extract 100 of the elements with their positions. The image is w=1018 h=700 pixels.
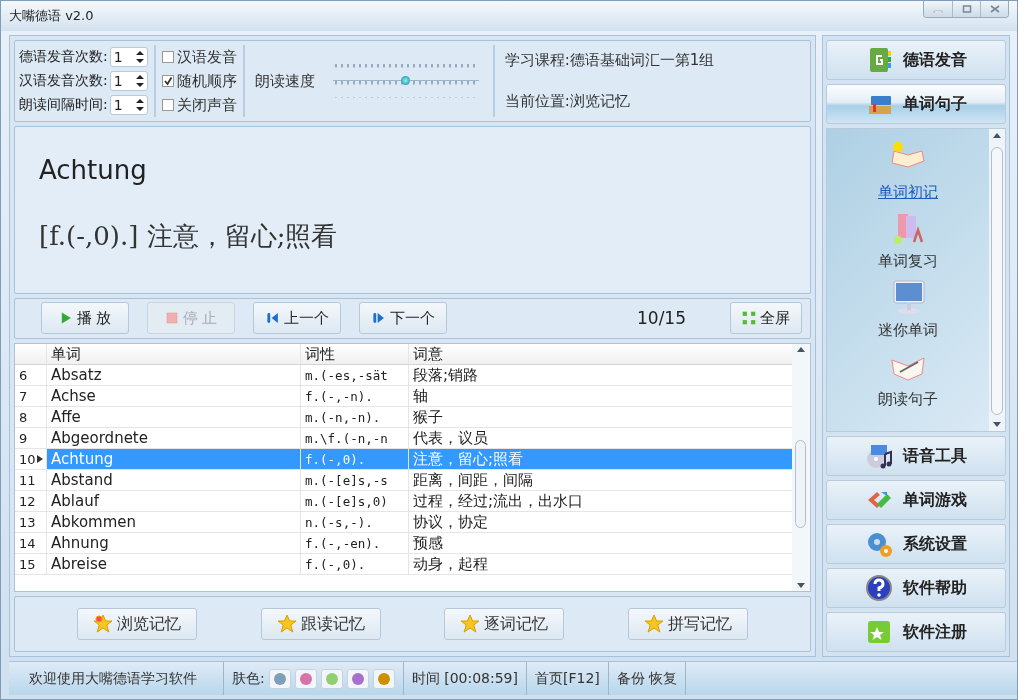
row-number: 6	[19, 367, 28, 383]
table-cell-text: 代表，议员	[412, 428, 489, 449]
table-cell-text: 猴子	[412, 407, 444, 428]
home-link[interactable]: 首页[F12]	[535, 669, 600, 688]
position-label: 当前位置:浏览记忆	[504, 92, 631, 111]
scroll-thumb[interactable]	[795, 440, 806, 529]
checkbox[interactable]	[161, 75, 174, 87]
scroll-up-icon	[797, 347, 805, 353]
table-row[interactable]: 6 Absatz m.(-es,-sät 段落;销路	[15, 365, 792, 387]
table-row[interactable]: 14 Ahnung f.(-,-en). 预感	[15, 533, 792, 555]
skin-swatch[interactable]	[268, 668, 291, 689]
next-icon	[371, 311, 386, 326]
table-cell: Abkommen	[47, 512, 301, 533]
column-header[interactable]: 词意	[409, 344, 792, 365]
nav-button[interactable]: 单词句子	[826, 84, 1006, 124]
nav-button[interactable]: 系统设置	[826, 524, 1006, 564]
star-tile-icon	[865, 618, 893, 646]
cd-music-icon	[865, 442, 893, 470]
nav-button[interactable]: 单词游戏	[826, 480, 1006, 520]
checkbox-label: 汉语发音	[176, 47, 237, 67]
previous-button[interactable]: 上一个	[253, 302, 341, 335]
table-cell-text: 段落;销路	[412, 365, 480, 386]
backup-link[interactable]: 备份	[616, 669, 645, 688]
table-cell-text: 预感	[412, 533, 444, 554]
table-cell-text: 协议，协定	[412, 512, 489, 533]
table-row[interactable]: 15 Abreise f.(-,0). 动身，起程	[15, 554, 792, 576]
checkbox[interactable]	[161, 99, 174, 111]
table-cell: m.(-[e]s,-s	[301, 470, 409, 491]
table-row[interactable]: 13 Abkommen n.(-s,-). 协议，协定	[15, 512, 792, 534]
row-number: 12	[19, 493, 36, 509]
number-spinner[interactable]: 1	[109, 71, 148, 91]
scroll-down-icon	[797, 583, 805, 589]
row-number: 9	[19, 430, 28, 446]
restore-link[interactable]: 恢复	[648, 669, 677, 688]
scroll-up-icon	[993, 133, 1001, 138]
fullscreen-icon	[742, 311, 756, 326]
nav-button[interactable]: 软件注册	[826, 612, 1006, 652]
skin-swatch[interactable]	[346, 668, 369, 689]
mode-button[interactable]: 拼写记忆	[628, 608, 749, 641]
mode-button[interactable]: 逐词记忆	[444, 608, 565, 641]
table-cell: m.(-n,-n).	[301, 407, 409, 428]
minimize-button[interactable]	[924, 1, 952, 17]
table-cell-text: 动身，起程	[412, 554, 489, 575]
table-cell: f.(-,-n).	[301, 386, 409, 407]
table-row[interactable]: 7 Achse f.(-,-n). 轴	[15, 386, 792, 408]
table-cell: f.(-,0).	[301, 449, 409, 470]
table-row[interactable]: 10 Achtung f.(-,0). 注意，留心;照看	[15, 449, 792, 471]
table-cell: m.(-[e]s,0)	[301, 491, 409, 512]
column-header[interactable]: 单词	[47, 344, 301, 365]
table-row[interactable]: 12 Ablauf m.(-[e]s,0) 过程，经过;流出，出水口	[15, 491, 792, 513]
number-spinner[interactable]: 1	[109, 47, 148, 67]
submenu-item[interactable]: 朗读句子	[878, 346, 938, 409]
spin-arrows-icon	[135, 75, 144, 87]
spin-arrows-icon	[135, 51, 144, 63]
scrollbar[interactable]	[792, 344, 810, 592]
speed-label: 朗读速度	[254, 70, 315, 92]
submenu-item[interactable]: 迷你单词	[878, 277, 938, 340]
word-text: Achtung	[39, 155, 148, 185]
mode-button[interactable]: 跟读记忆	[260, 608, 381, 641]
spinner-label: 德语发音次数:	[19, 48, 108, 66]
skin-swatch[interactable]	[294, 668, 317, 689]
row-number: 13	[19, 514, 36, 530]
nav-button[interactable]: 德语发音	[826, 40, 1006, 80]
table-cell: Absatz	[47, 365, 301, 386]
row-number: 11	[19, 472, 36, 488]
table-row[interactable]: 8 Affe m.(-n,-n). 猴子	[15, 407, 792, 429]
close-icon	[989, 5, 1000, 13]
checkbox[interactable]	[161, 51, 174, 63]
next-button[interactable]: 下一个	[359, 302, 447, 335]
play-button[interactable]: 播 放	[41, 302, 129, 335]
row-number: 15	[19, 556, 36, 572]
number-spinner[interactable]: 1	[109, 95, 148, 115]
table-cell-text: 过程，经过;流出，出水口	[412, 491, 585, 512]
row-marker-icon	[36, 455, 43, 464]
submenu-item[interactable]: 单词复习	[878, 208, 938, 271]
fullscreen-button[interactable]: 全屏	[730, 302, 802, 335]
checkbox-label: 关闭声音	[176, 95, 237, 115]
table-cell: f.(-,-en).	[301, 533, 409, 554]
spin-arrows-icon	[135, 99, 144, 111]
spinner-label: 汉语发音次数:	[19, 72, 108, 90]
table-cell: 注意，留心;照看	[409, 449, 792, 470]
table-cell: n.(-s,-).	[301, 512, 409, 533]
scroll-thumb[interactable]	[991, 147, 1003, 415]
skin-swatch[interactable]	[372, 668, 395, 689]
close-button[interactable]	[980, 1, 1008, 17]
table-row[interactable]: 11 Abstand m.(-[e]s,-s 距离，间距，间隔	[15, 470, 792, 492]
skin-swatch[interactable]	[320, 668, 343, 689]
maximize-button[interactable]	[952, 1, 980, 17]
slider-thumb[interactable]	[401, 76, 411, 85]
table-cell: Abreise	[47, 554, 301, 575]
scrollbar[interactable]	[989, 129, 1005, 431]
scroll-down-icon	[993, 422, 1001, 427]
mode-button[interactable]: 浏览记忆	[76, 608, 197, 641]
gears-icon	[865, 530, 893, 558]
definition-text: [f.(-,0).] 注意，留心;照看	[39, 220, 339, 253]
checkbox-label: 随机顺序	[176, 71, 237, 91]
nav-button[interactable]: 语音工具	[826, 436, 1006, 476]
column-header[interactable]: 词性	[301, 344, 409, 365]
nav-button[interactable]: 软件帮助	[826, 568, 1006, 608]
row-number: 14	[19, 535, 36, 551]
